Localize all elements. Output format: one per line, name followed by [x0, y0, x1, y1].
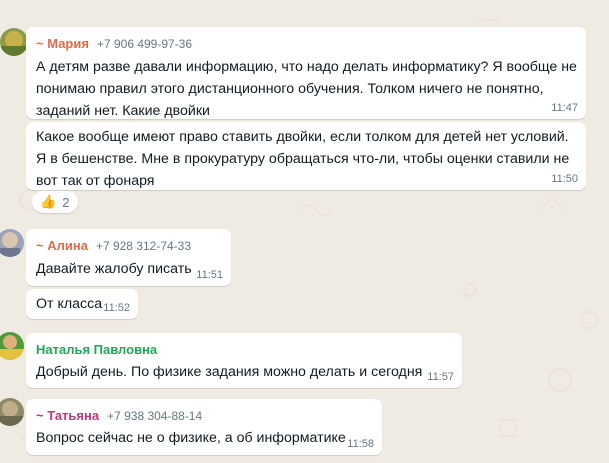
- message-text-line: понимаю правил этого дистанционного обуч…: [36, 81, 544, 97]
- message-text-line: заданий нет. Какие двойки: [36, 103, 210, 119]
- message-text-line: От класса: [36, 296, 103, 312]
- message-bubble-maria[interactable]: ~ Мария +7 906 499-97-36 А детям разве да…: [26, 27, 586, 119]
- sender-phone: +7 938 304-88-14: [107, 409, 203, 423]
- sender-name[interactable]: Наталья Павловна: [36, 342, 157, 357]
- message-time: 11:47: [551, 102, 578, 114]
- sender-name[interactable]: ~ Татьяна: [36, 408, 99, 423]
- thumbs-up-icon: 👍: [40, 194, 57, 209]
- sender-row: ~ Мария +7 906 499-97-36: [36, 35, 192, 53]
- avatar-maria[interactable]: [0, 28, 28, 56]
- message-time: 11:51: [196, 269, 223, 281]
- message-text-line: Я в бешенстве. Мне в прокуратуру обращат…: [36, 151, 570, 167]
- sender-phone: +7 906 499-97-36: [96, 37, 193, 51]
- message-text-line: Давайте жалобу писать: [36, 261, 192, 277]
- sender-name[interactable]: ~ Мария: [36, 36, 89, 51]
- message-bubble-maria-followup[interactable]: Какое вообще имеют право ставить двойки,…: [26, 122, 586, 190]
- sender-row: Наталья Павловна: [36, 341, 157, 359]
- message-text-line: А детям разве давали информацию, что над…: [36, 59, 577, 75]
- sender-name[interactable]: ~ Алина: [36, 238, 88, 253]
- message-bubble-natalya[interactable]: Наталья Павловна Добрый день. По физике …: [26, 333, 462, 388]
- message-text-line: вот так от фонаря: [36, 173, 155, 189]
- message-bubble-tatyana[interactable]: ~ Татьяна +7 938 304-88-14 Вопрос сейчас …: [26, 399, 382, 455]
- message-bubble-alina[interactable]: ~ Алина +7 928 312-74-33 Давайте жалобу п…: [26, 229, 231, 286]
- sender-phone: +7 928 312-74-33: [95, 239, 192, 253]
- reaction-badge[interactable]: 👍 2: [32, 191, 78, 213]
- message-time: 11:50: [551, 173, 578, 185]
- message-text-line: Вопрос сейчас не о физике, а об информат…: [36, 430, 346, 446]
- sender-row: ~ Татьяна +7 938 304-88-14: [36, 407, 202, 425]
- sender-row: ~ Алина +7 928 312-74-33: [36, 237, 191, 255]
- message-time: 11:52: [103, 302, 130, 314]
- message-bubble-alina-followup[interactable]: От класса 11:52: [26, 289, 138, 319]
- reaction-count: 2: [62, 194, 70, 210]
- message-text-line: Какое вообще имеют право ставить двойки,…: [36, 129, 569, 145]
- message-time: 11:58: [347, 438, 374, 450]
- message-text-line: Добрый день. По физике задания можно дел…: [36, 364, 423, 380]
- message-time: 11:57: [427, 371, 454, 383]
